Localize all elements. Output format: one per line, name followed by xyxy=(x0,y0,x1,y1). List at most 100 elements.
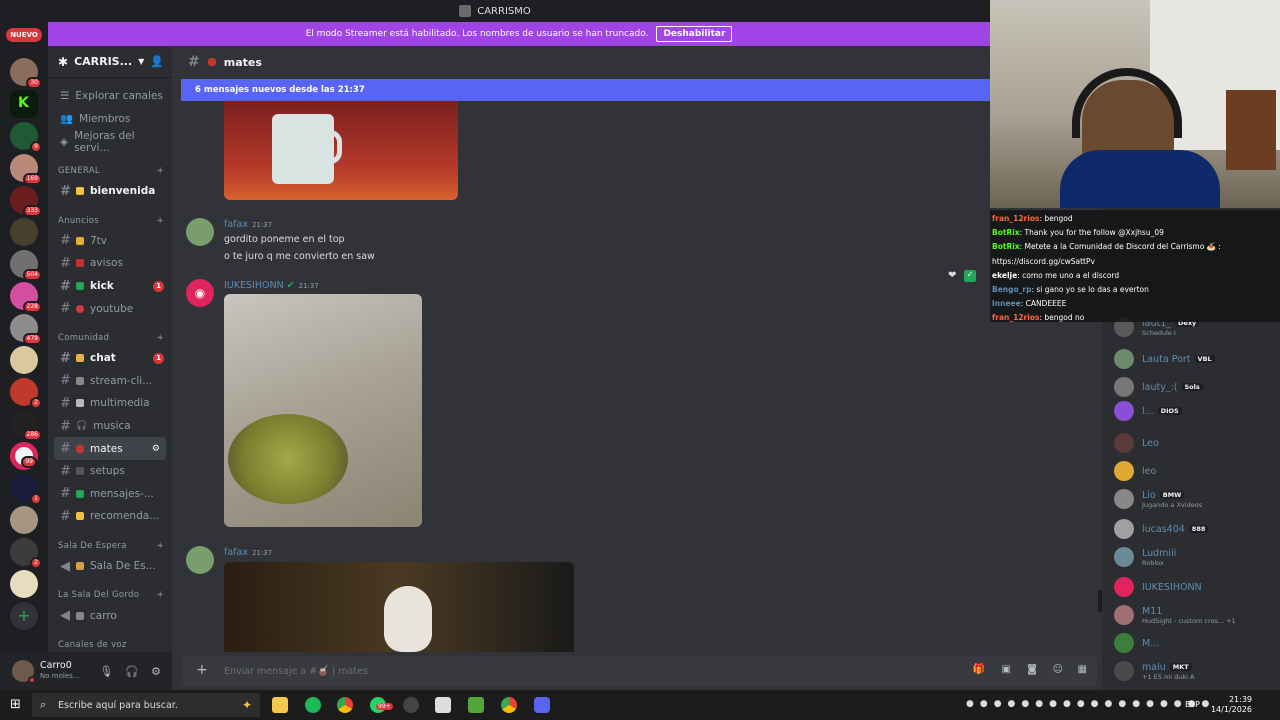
channel-avisos[interactable]: # avisos xyxy=(48,252,172,275)
channel-chat[interactable]: # chat 1 xyxy=(48,347,172,370)
message-author[interactable]: IUKESIHONN ✔ 21:37 xyxy=(224,280,319,291)
category-general[interactable]: GENERAL + xyxy=(48,153,172,180)
chrome-icon[interactable] xyxy=(501,697,517,713)
gift-icon[interactable]: 🎁 xyxy=(973,664,985,675)
server-icon[interactable]: 30 xyxy=(10,58,42,89)
message-image-mate-cup[interactable] xyxy=(224,100,458,200)
add-channel-icon[interactable]: + xyxy=(157,333,164,343)
channel-recomenda[interactable]: # recomenda... xyxy=(48,505,172,528)
category-anuncios[interactable]: Anuncios + xyxy=(48,203,172,230)
obs-icon[interactable] xyxy=(403,697,419,713)
nav-browse-channels[interactable]: ☰ Explorar canales xyxy=(48,84,172,107)
clock[interactable]: 21:39 14/1/2026 xyxy=(1211,695,1252,715)
server-icon[interactable]: 169 xyxy=(10,154,42,185)
discord-logo-icon[interactable]: ◉ xyxy=(186,279,214,307)
taskbar-search[interactable]: ⌕ Escribe aquí para buscar. ✦ xyxy=(32,693,260,717)
server-icon[interactable]: 9 xyxy=(10,122,42,153)
channel-setups[interactable]: # setups xyxy=(48,460,172,483)
kick-server-icon[interactable]: K xyxy=(10,90,38,118)
headphones-icon[interactable]: 🎧 xyxy=(125,665,139,678)
disable-streamer-button[interactable]: Deshabilitar xyxy=(656,26,733,42)
add-channel-icon[interactable]: + xyxy=(157,541,164,551)
category-sala-gordo[interactable]: La Sala Del Gordo + xyxy=(48,577,172,604)
minecraft-icon[interactable] xyxy=(468,697,484,713)
server-header[interactable]: ✱ CARRIS... ▼ 👤 xyxy=(48,46,172,78)
server-icon[interactable]: 333 xyxy=(10,186,42,217)
server-icon[interactable] xyxy=(10,218,38,246)
server-icon[interactable]: 99 xyxy=(10,442,38,470)
server-icon[interactable]: 228 xyxy=(10,282,42,313)
system-tray-icons[interactable]: ●●●●●●●●●●●●●●●●●● xyxy=(966,699,1215,709)
server-icon[interactable] xyxy=(10,506,38,534)
server-icon[interactable]: 2 xyxy=(10,538,42,569)
channel-mensajes[interactable]: # mensajes-... xyxy=(48,483,172,506)
add-server-icon[interactable]: + xyxy=(10,602,38,630)
add-member-icon[interactable]: 👤 xyxy=(150,55,164,68)
gif-icon[interactable]: ▣ xyxy=(1002,664,1011,675)
channel-musica[interactable]: # 🎧 musica xyxy=(48,415,172,438)
reaction-check-icon[interactable]: ✓ xyxy=(964,270,976,282)
sticker-icon[interactable]: ◙ xyxy=(1027,664,1037,675)
add-attachment-icon[interactable]: + xyxy=(196,662,208,678)
microphone-icon[interactable]: 🎙 xyxy=(99,665,113,678)
member-item[interactable]: l... DIOS xyxy=(1114,398,1280,424)
member-item[interactable]: malu MKT +1 ES mi duki A xyxy=(1114,658,1280,684)
emoji-icon[interactable]: ☺ xyxy=(1053,664,1063,675)
category-sala-espera[interactable]: Sala De Espera + xyxy=(48,528,172,555)
new-messages-bar[interactable]: 6 mensajes nuevos desde las 21:37 xyxy=(181,79,990,101)
member-item[interactable]: M... xyxy=(1114,630,1280,656)
add-channel-icon[interactable]: + xyxy=(157,166,164,176)
nav-boosts[interactable]: ◈ Mejoras del servi... xyxy=(48,130,172,154)
server-icon[interactable] xyxy=(10,346,38,374)
message-input[interactable]: + Enviar mensaje a #🧉 | mates 🎁 ▣ ◙ ☺ ▦ xyxy=(182,656,1097,686)
avatar[interactable] xyxy=(186,546,214,574)
member-item[interactable]: lauty_:(Sols xyxy=(1114,374,1280,400)
channel-multimedia[interactable]: # multimedia xyxy=(48,392,172,415)
member-item[interactable]: leo xyxy=(1114,458,1280,484)
channel-mates[interactable]: # mates ⚙ xyxy=(54,437,166,460)
server-icon[interactable] xyxy=(10,570,38,598)
avatar[interactable] xyxy=(186,218,214,246)
discord-icon[interactable] xyxy=(534,697,550,713)
category-comunidad[interactable]: Comunidad + xyxy=(48,320,172,347)
server-icon[interactable]: 286 xyxy=(10,410,42,441)
channel-stream-clips[interactable]: # stream-cli... xyxy=(48,370,172,393)
language-indicator[interactable]: ESP xyxy=(1185,700,1200,709)
chrome-icon[interactable] xyxy=(337,697,353,713)
member-item[interactable]: Lio BMW Jugando a Xvideos xyxy=(1114,486,1280,512)
member-item[interactable]: IUKESIHONN xyxy=(1114,574,1280,600)
apps-icon[interactable]: ▦ xyxy=(1078,664,1087,675)
add-channel-icon[interactable]: + xyxy=(157,590,164,600)
server-icon[interactable]: 1 xyxy=(10,474,42,505)
file-explorer-icon[interactable] xyxy=(272,697,288,713)
channel-youtube[interactable]: # youtube xyxy=(48,297,172,320)
voice-channel-sala-de-espera[interactable]: ◀ Sala De Es... xyxy=(48,555,172,578)
channel-7tv[interactable]: #7tv xyxy=(48,230,172,253)
nav-members[interactable]: 👥 Miembros xyxy=(48,107,172,130)
reaction-heart-icon[interactable]: ❤ xyxy=(948,270,956,281)
channel-bienvenida[interactable]: # bienvenida xyxy=(48,180,172,203)
voice-channel-carro[interactable]: ◀ carro xyxy=(48,604,172,627)
member-item[interactable]: Ludmiii Roblox xyxy=(1114,544,1280,570)
message-image-saw[interactable] xyxy=(224,562,574,652)
member-item[interactable]: lucas404 888 xyxy=(1114,516,1280,542)
spotify-icon[interactable] xyxy=(305,697,321,713)
message-image-food[interactable] xyxy=(224,294,422,527)
message-author[interactable]: fafax 21:37 xyxy=(224,219,272,230)
member-item[interactable]: Lauta Port VBL xyxy=(1114,346,1280,372)
windows-start-icon[interactable]: ⊞ xyxy=(10,697,24,712)
avatar[interactable] xyxy=(12,660,36,684)
whatsapp-icon[interactable]: 99+ xyxy=(370,697,393,713)
member-item[interactable]: M11 HudSight - custom cros... +1 xyxy=(1114,602,1280,628)
settings-icon[interactable]: ⚙ xyxy=(152,444,160,454)
add-channel-icon[interactable]: + xyxy=(157,216,164,226)
channel-kick[interactable]: # kick 1 xyxy=(48,275,172,298)
calendar-icon[interactable] xyxy=(435,697,451,713)
user-settings-icon[interactable]: ⚙ xyxy=(151,665,161,678)
server-icon[interactable]: 479 xyxy=(10,314,42,345)
server-icon[interactable]: 504 xyxy=(10,250,42,281)
message-author[interactable]: fafax 21:37 xyxy=(224,547,272,558)
server-icon[interactable]: 2 xyxy=(10,378,42,409)
member-item[interactable]: Leo xyxy=(1114,430,1280,456)
category-canales-voz[interactable]: Canales de voz xyxy=(48,627,172,654)
